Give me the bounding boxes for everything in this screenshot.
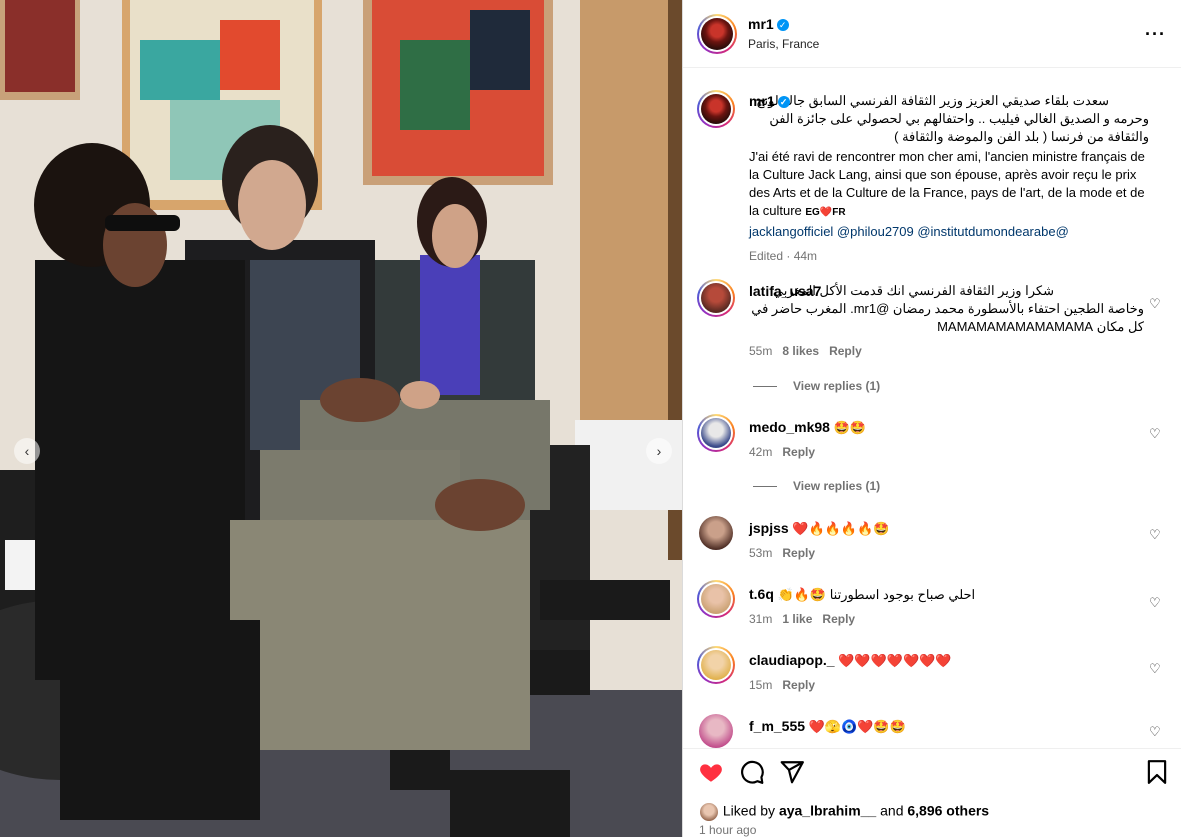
post-side-panel: mr1 ✓ Paris, France ··· mr1 ✓ سعدت بلقاء ص… (682, 0, 1181, 837)
comment-body: medo_mk98 🤩🤩 42m Reply (749, 418, 1144, 461)
verified-badge-icon: ✓ (776, 18, 789, 31)
comment-like-icon[interactable]: ♡ (1149, 595, 1161, 611)
comment-text: ❤️🫣🧿❤️🤩🤩 (808, 719, 906, 734)
comment-meta: 15m Reply (749, 676, 1144, 694)
comment-time: 15m (749, 678, 773, 692)
comment-text: ❤️🔥🔥🔥🔥🤩 (792, 521, 890, 536)
comment-body: jspjss ❤️🔥🔥🔥🔥🤩 53m Reply (749, 519, 1144, 562)
comment-time: 31m (749, 612, 773, 626)
post-timestamp[interactable]: 1 hour ago (699, 823, 756, 837)
caption-avatar[interactable] (697, 90, 735, 128)
chevron-right-icon: › (656, 443, 662, 459)
reply-button[interactable]: Reply (782, 445, 815, 459)
save-bookmark-icon[interactable] (1144, 759, 1170, 785)
caption-username[interactable]: mr1 ✓ (749, 92, 790, 110)
comment-icon[interactable] (739, 759, 765, 785)
comment-time: 42m (749, 445, 773, 459)
carousel-prev-button[interactable]: ‹ (14, 438, 40, 464)
comment-body: latifa_usa7 شكرا وزير الثقافة الفرنسي انك… (749, 282, 1144, 360)
more-options-icon[interactable]: ··· (1145, 24, 1166, 45)
view-replies-button[interactable]: View replies (1) (753, 479, 880, 493)
comment-username[interactable]: medo_mk98 (749, 419, 830, 435)
caption-arabic: سعدت بلقاء صديقي العزيز وزير الثقافة الف… (756, 93, 1149, 144)
caption-flags: EG❤️FR (805, 207, 846, 218)
carousel-next-button[interactable]: › (646, 438, 672, 464)
post-photo[interactable]: ‹ › (0, 0, 682, 837)
reply-button[interactable]: Reply (829, 344, 862, 358)
caption-mentions[interactable]: jacklangofficiel @philou2709 @institutdu… (749, 223, 1149, 241)
liked-by-user[interactable]: aya_lbrahim__ (779, 803, 876, 819)
comment-username[interactable]: claudiapop._ (749, 652, 835, 668)
author-info: mr1 ✓ (748, 16, 789, 34)
comment-like-icon[interactable]: ♡ (1149, 661, 1161, 677)
comment-body: claudiapop._ ❤️❤️❤️❤️❤️❤️❤️ 15m Reply (749, 651, 1144, 694)
commenter-avatar[interactable] (697, 646, 735, 684)
share-icon[interactable] (779, 759, 805, 785)
commenter-avatar[interactable] (699, 516, 733, 550)
view-replies-label: View replies (1) (793, 379, 881, 393)
commenter-avatar[interactable] (699, 714, 733, 748)
liked-by: Liked by aya_lbrahim__ and 6,896 others (699, 802, 989, 822)
caption-french: J'ai été ravi de rencontrer mon cher ami… (749, 148, 1149, 222)
comment-text: ❤️❤️❤️❤️❤️❤️❤️ (838, 653, 952, 668)
post-actions-bar: Liked by aya_lbrahim__ and 6,896 others … (683, 748, 1181, 837)
commenter-avatar[interactable] (697, 414, 735, 452)
view-replies-label: View replies (1) (793, 479, 881, 493)
comment-like-icon[interactable]: ♡ (1149, 724, 1161, 740)
comment-meta: 53m Reply (749, 544, 1144, 562)
comment-username[interactable]: f_m_555 (749, 718, 805, 734)
comment-like-icon[interactable]: ♡ (1149, 296, 1161, 312)
comment-likes[interactable]: 1 like (782, 612, 812, 626)
comment-meta: 42m Reply (749, 443, 1144, 461)
comment-body: f_m_555 ❤️🫣🧿❤️🤩🤩 (749, 717, 1144, 736)
caption-edited: Edited · 44m (749, 249, 818, 263)
comments-scroll-area[interactable]: mr1 ✓ سعدت بلقاء صديقي العزيز وزير الثقاف… (683, 68, 1181, 748)
reply-button[interactable]: Reply (782, 678, 815, 692)
comment-meta: 31m 1 like Reply (749, 610, 1144, 628)
comment-time: 53m (749, 546, 773, 560)
comment-username[interactable]: t.6q (749, 586, 774, 602)
liker-avatar[interactable] (699, 802, 719, 822)
comment-time: 55m (749, 344, 773, 358)
commenter-avatar[interactable] (697, 279, 735, 317)
comment-meta: 55m 8 likes Reply (749, 342, 1144, 360)
likes-count[interactable]: 6,896 others (907, 803, 989, 819)
post-caption: mr1 ✓ سعدت بلقاء صديقي العزيز وزير الثقاف… (749, 92, 1149, 265)
photo-illustration (0, 0, 682, 837)
post-location[interactable]: Paris, France (748, 37, 819, 51)
chevron-left-icon: ‹ (24, 443, 30, 459)
author-username[interactable]: mr1 (748, 16, 774, 32)
reply-button[interactable]: Reply (822, 612, 855, 626)
comment-like-icon[interactable]: ♡ (1149, 426, 1161, 442)
reply-button[interactable]: Reply (782, 546, 815, 560)
author-avatar[interactable] (697, 14, 737, 54)
post-header: mr1 ✓ Paris, France ··· (683, 0, 1181, 68)
comment-likes[interactable]: 8 likes (782, 344, 819, 358)
liked-by-prefix: Liked by (722, 802, 776, 819)
comment-text: 🤩🤩 (833, 420, 866, 435)
commenter-avatar[interactable] (697, 580, 735, 618)
like-heart-icon[interactable] (698, 759, 724, 785)
liked-by-and: and (880, 802, 904, 819)
comment-body: t.6q 👏🔥🤩 احلي صباح بوجود اسطورتنا 31m 1 … (749, 585, 1144, 628)
comment-like-icon[interactable]: ♡ (1149, 527, 1161, 543)
view-replies-button[interactable]: View replies (1) (753, 379, 880, 393)
verified-badge-icon: ✓ (777, 96, 790, 109)
comment-username[interactable]: jspjss (749, 520, 789, 536)
comment-username[interactable]: latifa_usa7 (749, 282, 821, 300)
comment-text: 👏🔥🤩 احلي صباح بوجود اسطورتنا (777, 587, 976, 602)
